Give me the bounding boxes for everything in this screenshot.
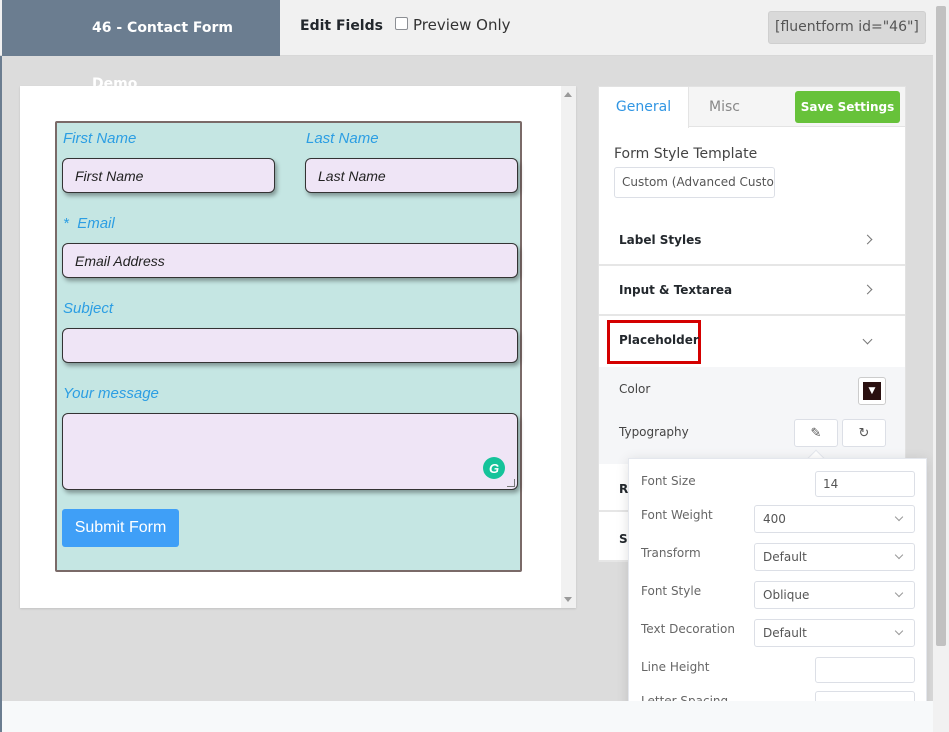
placeholder-settings: Color ▼ Typography ✎ ↻ (599, 367, 905, 464)
form-style-template-select[interactable]: Custom (Advanced Custom (614, 167, 775, 198)
message-label: Your message (63, 385, 159, 402)
form-style-template-label: Form Style Template (614, 146, 758, 162)
text-decoration-label: Text Decoration (641, 622, 735, 636)
email-input[interactable]: Email Address (62, 243, 518, 278)
section-label-styles[interactable]: Label Styles (599, 218, 905, 266)
transform-value: Default (763, 550, 807, 564)
transform-select[interactable]: Default (754, 543, 915, 571)
chevron-down-icon (862, 334, 873, 345)
top-bar: 46 - Contact Form Demo Edit Fields Previ… (0, 0, 949, 92)
section-input-textarea[interactable]: Input & Textarea (599, 268, 905, 316)
text-decoration-select[interactable]: Default (754, 619, 915, 647)
email-label-text: Email (77, 215, 115, 232)
typography-popover: Font Size 14 Font Weight 400 Transform D… (628, 458, 927, 732)
chevron-down-icon (894, 588, 904, 598)
chevron-right-icon (862, 234, 873, 245)
resize-handle[interactable] (507, 479, 515, 487)
last-name-label: Last Name (306, 130, 379, 147)
window-scrollbar[interactable] (933, 0, 949, 732)
edit-fields-link[interactable]: Edit Fields (300, 18, 383, 34)
font-size-input[interactable]: 14 (815, 471, 915, 497)
submit-button[interactable]: Submit Form (62, 509, 179, 547)
chevron-down-icon (894, 550, 904, 560)
input-textarea-title: Input & Textarea (619, 283, 733, 297)
tab-general[interactable]: General (599, 87, 689, 128)
edit-typography-button[interactable]: ✎ (794, 419, 838, 447)
scroll-up-arrow-icon[interactable] (564, 92, 572, 97)
placeholder-color-picker[interactable]: ▼ (858, 377, 886, 405)
footer-strip (2, 701, 933, 732)
form-title: 46 - Contact Form Demo (2, 0, 280, 92)
grammarly-icon[interactable]: G (483, 457, 505, 479)
font-size-label: Font Size (641, 474, 696, 488)
preview-only-checkbox[interactable] (395, 17, 408, 30)
left-edge-strip (0, 56, 2, 732)
section-placeholder[interactable]: Placeholder (599, 318, 905, 366)
preview-only-toggle[interactable]: Preview Only (395, 16, 511, 34)
first-name-label: First Name (63, 130, 137, 147)
shortcode-box[interactable]: [fluentform id="46"] (768, 11, 926, 44)
settings-tabs: General Misc Save Settings (599, 87, 905, 128)
transform-label: Transform (641, 546, 701, 560)
save-settings-button[interactable]: Save Settings (795, 91, 900, 123)
contact-form: First Name First Name Last Name Last Nam… (55, 121, 522, 572)
scroll-down-arrow-icon[interactable] (564, 597, 572, 602)
text-decoration-value: Default (763, 626, 807, 640)
font-style-value: Oblique (763, 588, 810, 602)
line-height-label: Line Height (641, 660, 710, 674)
subject-input[interactable] (62, 328, 518, 363)
line-height-input[interactable] (815, 657, 915, 683)
window-scroll-thumb[interactable] (936, 6, 946, 646)
chevron-down-icon (894, 626, 904, 636)
placeholder-title: Placeholder (619, 333, 699, 347)
email-label: * Email (63, 215, 115, 232)
preview-only-label: Preview Only (413, 16, 511, 34)
tab-misc[interactable]: Misc (709, 87, 740, 127)
form-preview-pane: First Name First Name Last Name Last Nam… (20, 86, 576, 608)
chevron-down-icon (894, 512, 904, 522)
message-textarea[interactable]: G (62, 413, 518, 490)
font-weight-label: Font Weight (641, 508, 713, 522)
chevron-down-icon: ▼ (863, 382, 881, 400)
label-styles-title: Label Styles (619, 233, 702, 247)
font-weight-select[interactable]: 400 (754, 505, 915, 533)
chevron-right-icon (862, 284, 873, 295)
preview-scrollbar[interactable] (561, 86, 576, 608)
font-style-label: Font Style (641, 584, 702, 598)
placeholder-typography-label: Typography (619, 425, 689, 439)
placeholder-color-label: Color (619, 382, 651, 396)
subject-label: Subject (63, 300, 114, 317)
font-weight-value: 400 (763, 512, 786, 526)
font-style-select[interactable]: Oblique (754, 581, 915, 609)
required-mark: * (63, 215, 69, 232)
first-name-input[interactable]: First Name (62, 158, 275, 193)
reset-typography-button[interactable]: ↻ (842, 419, 886, 447)
last-name-input[interactable]: Last Name (305, 158, 518, 193)
